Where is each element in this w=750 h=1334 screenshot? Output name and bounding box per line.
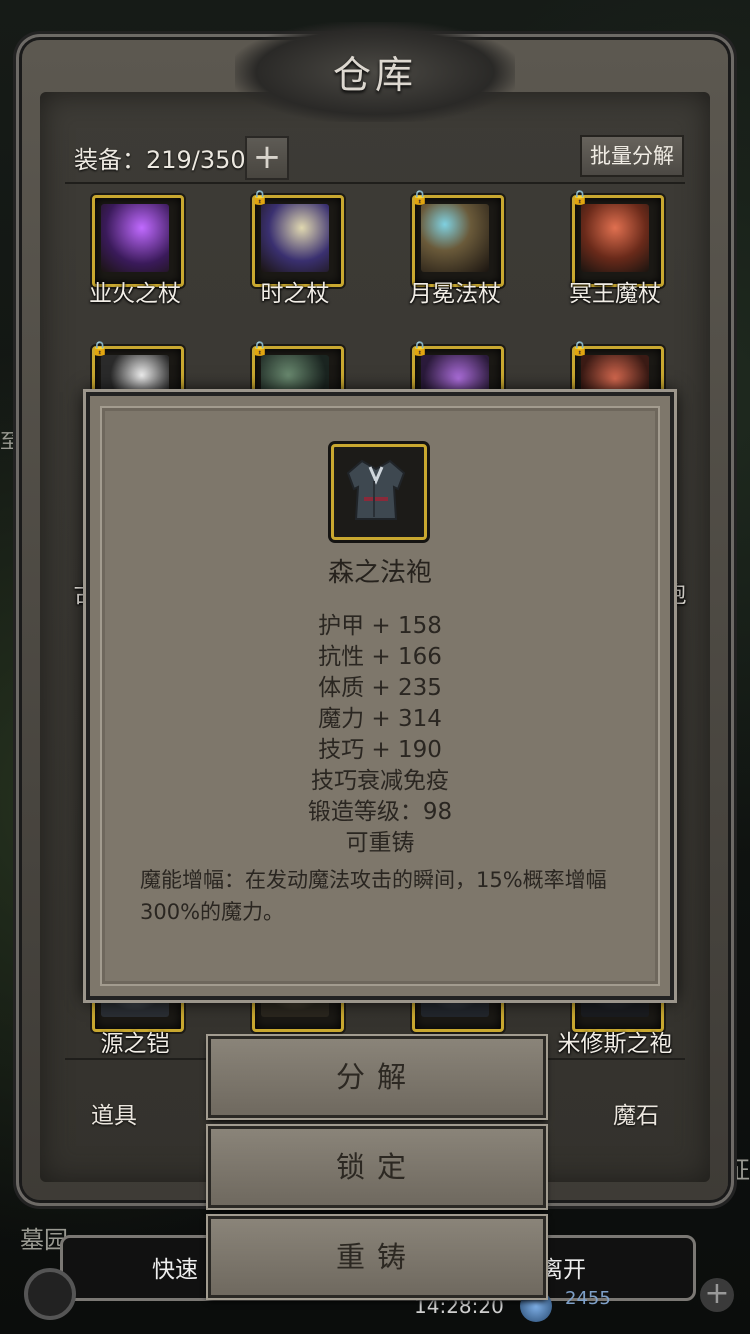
stat-resistance: 抗性 + 166 [318,644,442,670]
tab-items[interactable]: 道具 [91,1096,137,1130]
quick-button[interactable]: 快速 [152,1250,198,1284]
stat-skill-immunity: 技巧衰减免疫 [311,768,449,794]
tab-magic-stones[interactable]: 魔石 [613,1096,659,1130]
robe-art [346,459,406,520]
plus-icon: + [252,137,282,177]
divider-top [65,182,685,184]
item-label: 时之杖 [260,281,330,307]
stat-skill: 技巧 + 190 [318,737,442,763]
item-name: 森之法袍 [327,558,432,588]
plus-circle-icon[interactable]: + [700,1278,734,1312]
robe-icon [331,444,427,540]
stat-magic: 魔力 + 314 [318,706,442,732]
equip-count: 装备：219/350 [74,146,246,174]
staff-icon [581,204,649,272]
staff-icon [261,204,329,272]
lock-button[interactable]: 锁定 [208,1126,546,1208]
page-title: 仓库 [332,53,417,97]
bulk-decompose-button[interactable]: 批量分解 [580,135,684,177]
item-detail-popup: 森之法袍 护甲 + 158 抗性 + 166 体质 + 235 魔力 + 314… [86,392,674,1000]
item-description: 魔能增幅：在发动魔法攻击的瞬间，15%概率增幅300%的魔力。 [140,868,607,924]
add-capacity-button[interactable]: + [245,136,289,180]
item-label: 米修斯之袍 [557,1031,673,1057]
stat-constitution: 体质 + 235 [318,675,442,701]
item-label: 月冕法杖 [409,281,501,307]
leave-button[interactable]: 离开 [540,1250,586,1284]
gem-count: 2455 [565,1288,611,1309]
reforge-button[interactable]: 重铸 [208,1216,546,1298]
stat-forge-level: 锻造等级：98 [307,799,453,825]
decompose-button[interactable]: 分解 [208,1036,546,1118]
side-label-right: 征 [726,1156,750,1184]
stat-reforgeable: 可重铸 [345,830,415,856]
staff-icon [101,204,169,272]
item-label: 业火之杖 [89,281,181,307]
gear-icon[interactable] [24,1268,76,1320]
item-label: 源之铠 [100,1031,170,1057]
staff-icon [421,204,489,272]
item-label: 冥王魔杖 [569,281,661,307]
stat-armor: 护甲 + 158 [318,613,442,639]
